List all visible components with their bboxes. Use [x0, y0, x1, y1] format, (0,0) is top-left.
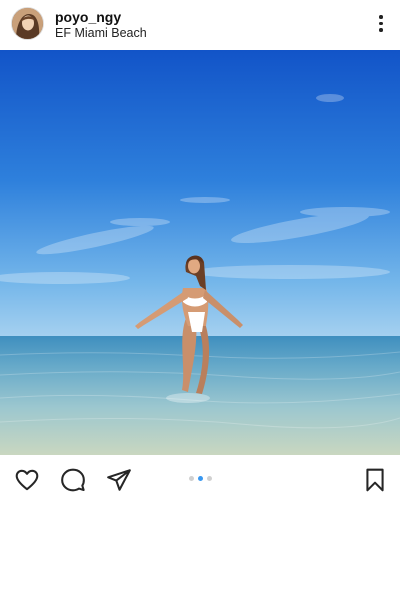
comment-icon[interactable]: [60, 467, 86, 493]
post-header: poyo_ngy EF Miami Beach: [0, 0, 400, 50]
send-icon[interactable]: [106, 467, 132, 493]
more-vertical-icon[interactable]: [374, 12, 388, 34]
location-link[interactable]: EF Miami Beach: [55, 26, 147, 40]
action-bar: [0, 455, 400, 505]
heart-icon[interactable]: [14, 467, 40, 493]
carousel-dot: [207, 476, 212, 481]
post-image[interactable]: [0, 50, 400, 455]
carousel-indicator: [189, 476, 212, 482]
beach-photo: [0, 50, 400, 455]
bookmark-icon[interactable]: [362, 467, 388, 493]
avatar[interactable]: [12, 8, 43, 39]
carousel-dot-active: [198, 476, 203, 481]
carousel-dot: [189, 476, 194, 481]
username[interactable]: poyo_ngy: [55, 9, 121, 25]
